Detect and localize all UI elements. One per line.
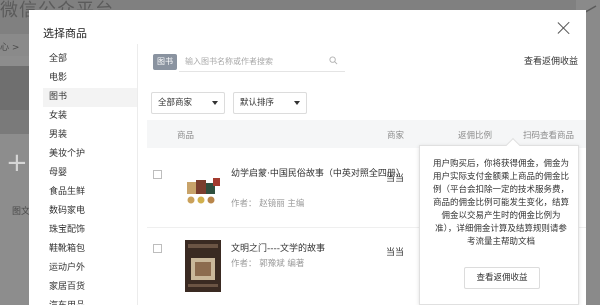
category-item[interactable]: 家居百货 xyxy=(43,278,137,297)
merchant-select-value: 全部商家 xyxy=(158,98,193,108)
sort-select-value: 默认排序 xyxy=(240,98,275,108)
view-rebate-button[interactable]: 查看返佣收益 xyxy=(464,267,540,289)
category-item[interactable]: 女装 xyxy=(43,107,137,126)
header-merchant: 商家 xyxy=(387,131,405,141)
header-qr: 扫码查看商品 xyxy=(523,131,575,141)
category-item[interactable]: 电影 xyxy=(43,69,137,88)
search-category-tag: 图书 xyxy=(153,54,177,70)
product-author: 作者： 赵镜丽 主编 xyxy=(231,199,305,209)
search-input[interactable] xyxy=(179,52,345,72)
book-cover-image xyxy=(183,174,223,210)
modal-title: 选择商品 xyxy=(43,27,87,40)
background-label: 图文 xyxy=(12,207,31,217)
category-list: 全部 电影 图书 女装 男装 美妆个护 母婴 食品生鲜 数码家电 珠宝配饰 鞋靴箱包 运动户外 家居百货… xyxy=(43,50,137,305)
category-item[interactable]: 美妆个护 xyxy=(43,145,137,164)
tooltip-text: 用户购买后，你将获得佣金，佣金为用户实际支付金额乘上商品的佣金比例（平台会扣除一… xyxy=(432,159,569,247)
table-header: 商品 商家 返佣比例 扫码查看商品 xyxy=(147,120,586,148)
row-checkbox[interactable] xyxy=(153,170,162,179)
category-item[interactable]: 鞋靴箱包 xyxy=(43,240,137,259)
header-rebate: 返佣比例 xyxy=(458,131,493,141)
category-item[interactable]: 数码家电 xyxy=(43,202,137,221)
search-icon[interactable] xyxy=(329,56,338,65)
view-rebate-link[interactable]: 查看返佣收益 xyxy=(524,54,578,67)
category-item[interactable]: 食品生鲜 xyxy=(43,183,137,202)
close-icon[interactable] xyxy=(556,20,572,36)
background-breadcrumb: 心 > xyxy=(0,43,20,53)
category-item[interactable]: 珠宝配饰 xyxy=(43,221,137,240)
category-item[interactable]: 男装 xyxy=(43,126,137,145)
sort-select[interactable]: 默认排序 xyxy=(233,92,307,114)
book-cover-image xyxy=(185,240,221,292)
product-title[interactable]: 文明之门----文学的故事 xyxy=(231,243,325,256)
category-item[interactable]: 全部 xyxy=(43,50,137,69)
rebate-tooltip: 用户购买后，你将获得佣金，佣金为用户实际支付金额乘上商品的佣金比例（平台会扣除一… xyxy=(419,137,579,305)
select-product-modal: 选择商品 全部 电影 图书 女装 男装 美妆个护 母婴 食品生鲜 数码家电 珠宝配饰 鞋靴箱包 运动户… xyxy=(29,10,586,305)
category-divider xyxy=(137,44,138,305)
chevron-down-icon xyxy=(294,101,300,105)
category-item[interactable]: 汽车用品 xyxy=(43,297,137,305)
row-checkbox[interactable] xyxy=(153,244,162,253)
product-author: 作者： 郭豫斌 编著 xyxy=(231,259,305,269)
product-merchant: 当当 xyxy=(386,248,405,258)
chevron-down-icon xyxy=(212,101,218,105)
header-product: 商品 xyxy=(177,131,195,141)
background-add-icon: + xyxy=(6,148,28,178)
category-item[interactable]: 图书 xyxy=(43,88,137,107)
category-item[interactable]: 母婴 xyxy=(43,164,137,183)
category-item[interactable]: 运动户外 xyxy=(43,259,137,278)
product-title[interactable]: 幼学启蒙·中国民俗故事（中英对照全四册） xyxy=(231,168,405,181)
product-merchant: 当当 xyxy=(386,174,405,184)
merchant-select[interactable]: 全部商家 xyxy=(151,92,225,114)
